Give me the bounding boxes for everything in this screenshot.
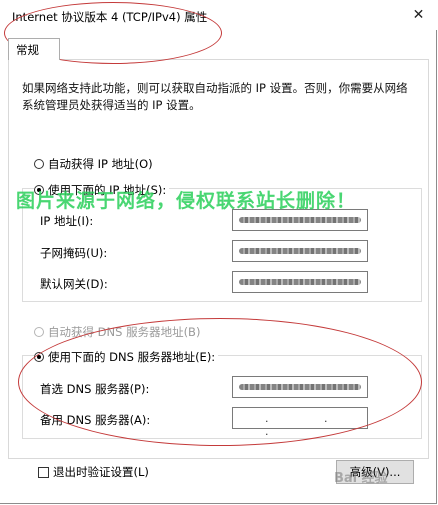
checkbox-icon xyxy=(38,466,49,478)
subnet-mask-label: 子网掩码(U): xyxy=(40,246,108,260)
auto-ip-radio[interactable]: 自动获得 IP 地址(O) xyxy=(34,156,153,172)
source-watermark: 图片来源于网络，侵权联系站长删除！ xyxy=(16,190,357,212)
close-icon: ✕ xyxy=(412,7,425,23)
auto-ip-label: 自动获得 IP 地址(O) xyxy=(48,157,153,171)
redacted-value xyxy=(239,217,361,223)
default-gateway-label: 默认网关(D): xyxy=(40,277,108,291)
description-text: 如果网络支持此功能，则可以获取自动指派的 IP 设置。否则，你需要从网络系统管理… xyxy=(22,81,408,112)
subnet-mask-input[interactable] xyxy=(232,240,368,262)
default-gateway-input[interactable] xyxy=(232,271,368,293)
close-button[interactable]: ✕ xyxy=(400,0,437,30)
ipv4-properties-dialog: Internet 协议版本 4 (TCP/IPv4) 属性 ✕ 常规 如果网络支… xyxy=(0,0,437,504)
radio-button-icon xyxy=(34,327,44,337)
radio-button-icon xyxy=(34,159,44,169)
tab-general-label: 常规 xyxy=(16,43,39,57)
validate-on-exit-checkbox[interactable]: 退出时验证设置(L) xyxy=(38,464,149,480)
brand-watermark: Bai 经验 xyxy=(334,470,388,486)
ip-address-label: IP 地址(I): xyxy=(40,214,94,228)
tab-general[interactable]: 常规 xyxy=(8,38,60,60)
validate-on-exit-label: 退出时验证设置(L) xyxy=(53,465,149,479)
redacted-value xyxy=(239,248,361,254)
redacted-value xyxy=(239,279,361,285)
annotation-circle-dns xyxy=(18,318,422,446)
